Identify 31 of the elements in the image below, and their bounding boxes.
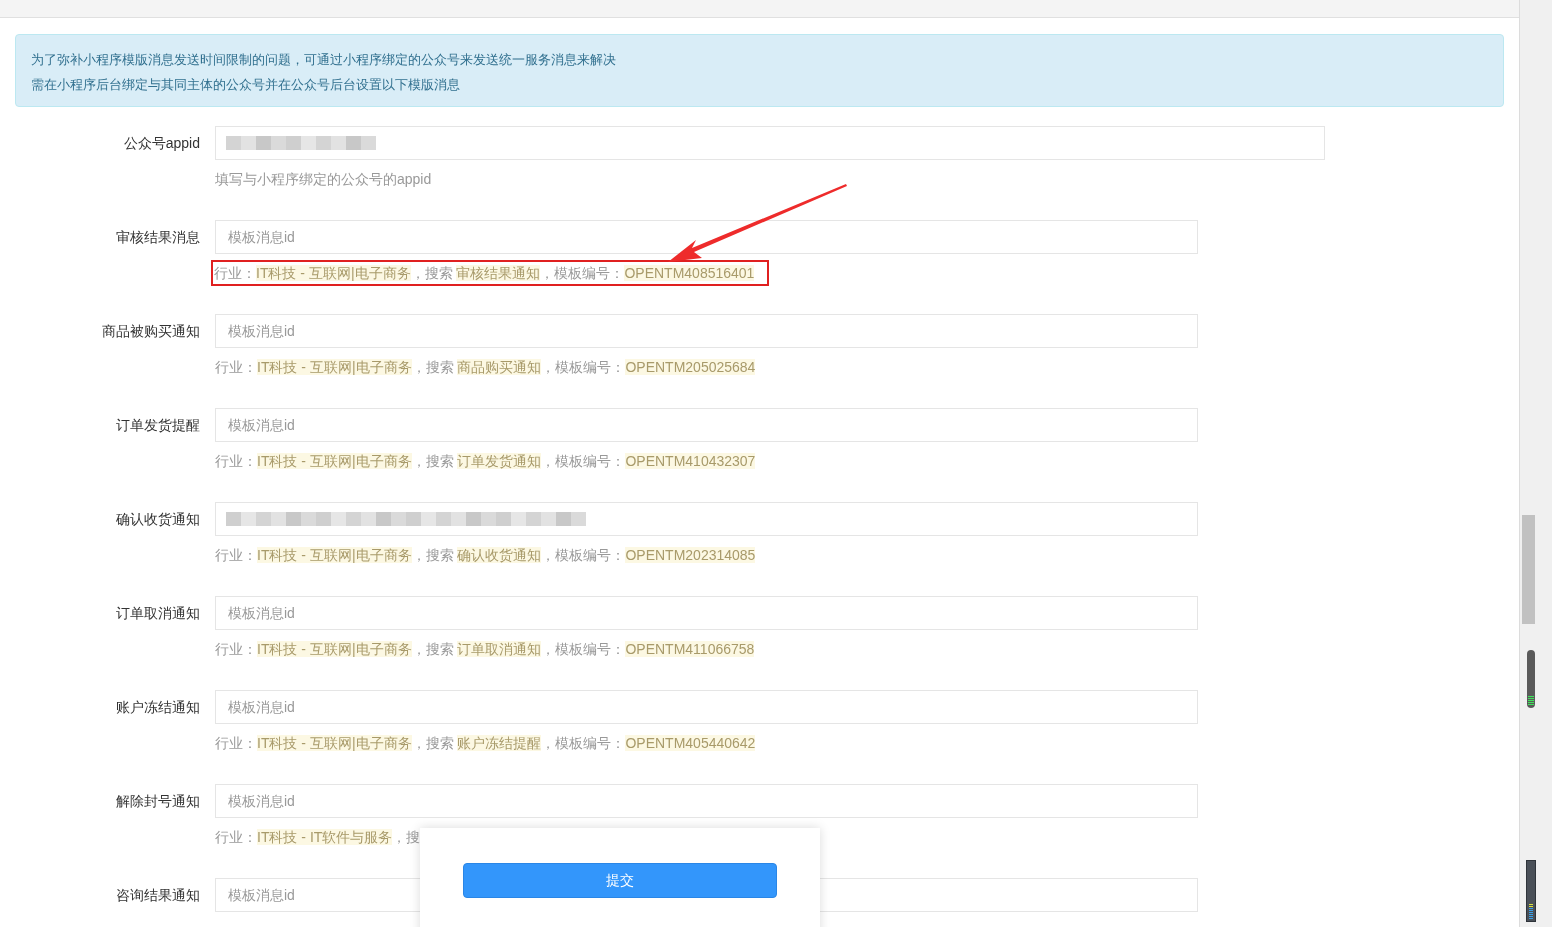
field-label: 审核结果消息 (116, 229, 200, 245)
hint-text: 行业：IT科技 - 互联网|电子商务，搜索 确认收货通知，模板编号：OPENTM202314085 (215, 546, 756, 565)
hint-text: 行业：IT科技 - 互联网|电子商务，搜索 商品购买通知，模板编号：OPENTM205025684 (215, 358, 756, 377)
input-field[interactable]: 模板消息id (215, 220, 1198, 254)
input-field[interactable]: 模板消息id (215, 784, 1198, 818)
field-label: 解除封号通知 (116, 793, 200, 809)
hint-text: 行业：IT科技 - 互联网|电子商务，搜索 订单取消通知，模板编号：OPENTM411066758 (215, 640, 755, 659)
field-label: 账户冻结通知 (116, 699, 200, 715)
hint-text: 行业：IT科技 - 互联网|电子商务，搜索 订单发货通知，模板编号：OPENTM410432307 (215, 452, 756, 471)
field-label: 咨询结果通知 (116, 887, 200, 903)
hint-text: 行业：IT科技 - 互联网|电子商务，搜索 账户冻结提醒，模板编号：OPENTM405440642 (215, 734, 756, 753)
field-label: 公众号appid (123, 135, 200, 151)
notice-text: 为了弥补小程序模版消息发送时间限制的问题，可通过小程序绑定的公众号来发送统一服务消息来解决 (31, 51, 617, 69)
input-field[interactable] (215, 502, 1198, 536)
level-meter-icon (1526, 860, 1536, 922)
input-field[interactable]: 模板消息id (215, 596, 1198, 630)
input-field[interactable] (215, 126, 1325, 160)
hint-text: 填写与小程序绑定的公众号的appid (215, 170, 432, 189)
field-label: 商品被购买通知 (102, 323, 200, 339)
submit-button[interactable]: 提交 (463, 863, 777, 898)
field-label: 订单发货提醒 (116, 417, 200, 433)
hint-text: 行业：IT科技 - 互联网|电子商务，搜索 审核结果通知，模板编号：OPENTM408516401 (214, 263, 767, 283)
input-field[interactable]: 模板消息id (215, 314, 1198, 348)
input-field[interactable]: 模板消息id (215, 408, 1198, 442)
level-meter-icon (1527, 650, 1535, 708)
field-label: 确认收货通知 (116, 511, 200, 527)
input-field[interactable]: 模板消息id (215, 690, 1198, 724)
field-label: 订单取消通知 (116, 605, 200, 621)
hint-text: 行业：IT科技 - IT软件与服务，搜 (215, 828, 421, 847)
notice-text: 需在小程序后台绑定与其同主体的公众号并在公众号后台设置以下模版消息 (31, 76, 461, 94)
scrollbar-thumb[interactable] (1522, 515, 1535, 624)
